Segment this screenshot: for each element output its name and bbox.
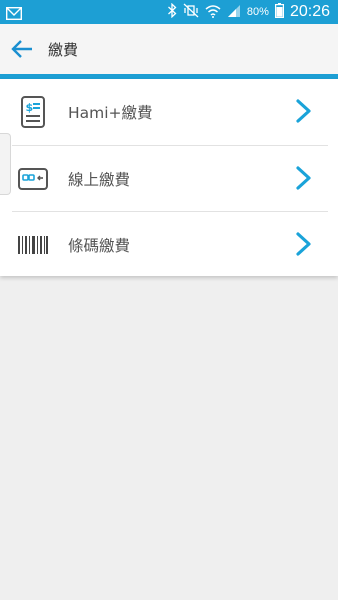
mail-icon xyxy=(5,5,23,24)
menu-item-online-payment[interactable]: 線上繳費 xyxy=(0,146,338,211)
chevron-right-icon xyxy=(293,231,315,257)
clock: 20:26 xyxy=(289,3,330,20)
app-bar: 繳費 xyxy=(0,24,338,74)
chevron-right-icon xyxy=(293,165,315,191)
signal-icon xyxy=(227,3,241,22)
battery-percentage: 80% xyxy=(246,6,269,18)
arrow-left-icon xyxy=(10,40,34,64)
battery-icon xyxy=(274,2,284,22)
bill-icon: $ xyxy=(16,95,50,129)
menu-item-label: 條碼繳費 xyxy=(68,237,131,255)
card-icon xyxy=(16,162,50,196)
chevron-right-icon xyxy=(293,98,315,124)
status-bar: 80% 20:26 xyxy=(0,0,338,24)
page-title: 繳費 xyxy=(48,41,79,59)
barcode-icon xyxy=(16,228,50,262)
menu-item-barcode-payment[interactable]: 條碼繳費 xyxy=(0,212,338,277)
menu-item-hami-payment[interactable]: $ Hami+繳費 xyxy=(0,79,338,144)
menu-item-label: Hami+繳費 xyxy=(68,104,153,122)
side-drawer-handle[interactable] xyxy=(0,133,11,195)
bluetooth-icon xyxy=(167,2,177,22)
wifi-icon xyxy=(205,3,221,22)
payment-menu: $ Hami+繳費 線上繳費 條碼繳費 xyxy=(0,79,338,276)
mute-icon xyxy=(183,3,199,22)
svg-text:$: $ xyxy=(26,101,34,114)
back-button[interactable] xyxy=(10,38,34,60)
menu-item-label: 線上繳費 xyxy=(68,171,131,189)
